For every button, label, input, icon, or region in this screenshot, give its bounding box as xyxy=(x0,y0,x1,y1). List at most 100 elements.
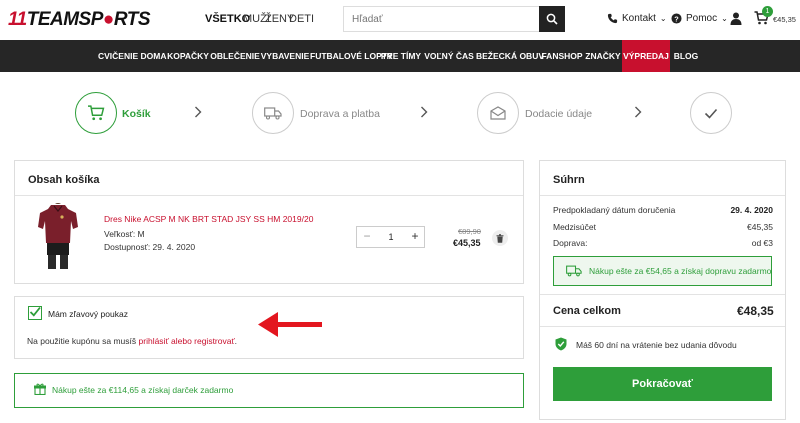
phone-icon xyxy=(607,13,618,24)
product-image[interactable] xyxy=(37,203,79,271)
nav-item-kopacky[interactable]: KOPAČKY xyxy=(166,40,210,72)
envelope-icon xyxy=(490,106,506,120)
shipping-amount: €54,65 xyxy=(645,266,672,276)
account-button[interactable] xyxy=(730,12,742,30)
total-value: €48,35 xyxy=(737,304,774,318)
gift-text-start: Nákup ešte za xyxy=(52,385,109,395)
nav-item-pre-timy[interactable]: PRE TÍMY xyxy=(380,40,422,72)
help-menu[interactable]: ? Pomoc ⌄ xyxy=(671,13,728,24)
nav-item-cvicenie-doma[interactable]: CVIČENIE DOMA xyxy=(98,40,166,72)
coupon-checkbox-label[interactable]: Mám zľavový poukaz xyxy=(48,309,128,319)
summary-row-subtotal: Medzisúčet €45,35 xyxy=(553,222,773,232)
summary-label: Predpokladaný dátum doručenia xyxy=(553,205,676,215)
summary-label: Medzisúčet xyxy=(553,222,596,232)
red-arrow-annotation xyxy=(258,312,322,337)
shipping-text-end: a získaj dopravu zadarmo xyxy=(671,266,772,276)
total-label: Cena celkom xyxy=(553,305,621,317)
step-confirm[interactable] xyxy=(690,92,732,134)
summary-row-shipping: Doprava: od €3 xyxy=(553,238,773,248)
product-old-price: €89,90 xyxy=(458,227,481,236)
cart-icon xyxy=(88,105,105,121)
step-shipping[interactable] xyxy=(252,92,294,134)
free-shipping-text: Nákup ešte za €54,65 a získaj dopravu za… xyxy=(589,266,771,276)
top-header: 11TEAMSP●RTS VŠETKO MUŽI ŽENY DETI Konta… xyxy=(0,0,800,40)
summary-value: od €3 xyxy=(751,238,773,248)
check-icon xyxy=(29,306,41,317)
product-price: €45,35 xyxy=(453,238,481,248)
quantity-stepper: − 1 + xyxy=(356,226,425,248)
search-box xyxy=(343,6,565,32)
gender-kids[interactable]: DETI xyxy=(289,13,314,25)
chevron-right-icon xyxy=(195,106,202,118)
logo-ball: ● xyxy=(102,9,114,30)
nav-item-vybavenie[interactable]: VYBAVENIE xyxy=(260,40,310,72)
check-icon xyxy=(704,108,718,119)
search-input[interactable] xyxy=(344,7,534,31)
summary-row-delivery-date: Predpokladaný dátum doručenia 29. 4. 202… xyxy=(553,205,773,215)
gift-text-end: a získaj darček zadarmo xyxy=(138,385,234,395)
summary-label: Doprava: xyxy=(553,238,588,248)
total-divider-bottom xyxy=(540,326,785,327)
help-label: Pomoc xyxy=(686,13,718,24)
product-size: Veľkosť: M xyxy=(104,229,145,239)
coupon-checkbox[interactable] xyxy=(28,306,42,320)
cart-title: Obsah košíka xyxy=(28,174,100,186)
total-divider xyxy=(540,294,785,295)
truck-icon xyxy=(566,265,582,277)
continue-button[interactable]: Pokračovať xyxy=(553,367,772,401)
product-name-link[interactable]: Dres Nike ACSP M NK BRT STAD JSY SS HM 2… xyxy=(104,214,313,224)
step-cart[interactable] xyxy=(75,92,117,134)
contact-menu[interactable]: Kontakt ⌄ xyxy=(607,13,667,24)
coupon-hint: Na použitie kupónu sa musíš prihlásiť al… xyxy=(27,336,237,346)
search-button[interactable] xyxy=(539,6,565,32)
free-gift-text: Nákup ešte za €114,65 a získaj darček za… xyxy=(52,385,233,395)
gift-amount: €114,65 xyxy=(108,385,139,395)
nav-item-vypredaj[interactable]: VÝPREDAJ xyxy=(622,40,670,72)
shield-check-icon xyxy=(555,337,567,351)
summary-value: 29. 4. 2020 xyxy=(730,205,773,215)
step-delivery-details[interactable] xyxy=(477,92,519,134)
logo-number: 11 xyxy=(8,9,27,30)
quantity-decrease-button[interactable]: − xyxy=(357,227,377,247)
summary-divider xyxy=(540,195,785,196)
chevron-down-icon: ⌄ xyxy=(659,14,667,23)
login-register-link[interactable]: prihlásiť alebo registrovať xyxy=(139,336,235,346)
remove-item-button[interactable] xyxy=(492,230,508,246)
quantity-value[interactable]: 1 xyxy=(377,227,405,247)
step-label-shipping: Doprava a platba xyxy=(300,108,380,120)
logo-text-end: RTS xyxy=(113,9,151,30)
nav-item-znacky[interactable]: ZNAČKY xyxy=(584,40,622,72)
gift-icon xyxy=(34,383,46,395)
truck-icon xyxy=(264,106,282,120)
step-label-cart: Košík xyxy=(122,108,151,120)
nav-item-fanshop[interactable]: FANSHOP xyxy=(540,40,584,72)
summary-title: Súhrn xyxy=(553,174,585,186)
product-availability: Dostupnosť: 29. 4. 2020 xyxy=(104,242,196,252)
user-icon xyxy=(730,12,742,25)
coupon-hint-end: . xyxy=(234,336,238,346)
summary-value: €45,35 xyxy=(747,222,773,232)
cart-total: €45,35 xyxy=(773,15,796,24)
nav-item-volny-cas[interactable]: VOĽNÝ ČAS xyxy=(422,40,476,72)
nav-item-blog[interactable]: BLOG xyxy=(670,40,702,72)
shipping-text-start: Nákup ešte za xyxy=(589,266,646,276)
return-policy-text: Máš 60 dní na vrátenie bez udania dôvodu xyxy=(576,340,737,350)
search-icon xyxy=(546,13,558,25)
chevron-right-icon xyxy=(421,106,428,118)
logo-text: TEAMSP xyxy=(26,9,104,30)
step-label-delivery-details: Dodacie údaje xyxy=(525,108,593,120)
site-logo[interactable]: 11TEAMSP●RTS xyxy=(8,9,151,31)
cart-count-badge: 1 xyxy=(762,6,773,17)
cart-divider xyxy=(15,195,523,196)
main-nav: CVIČENIE DOMA KOPAČKY OBLEČENIE VYBAVENI… xyxy=(0,40,800,72)
chevron-down-icon: ⌄ xyxy=(721,14,728,23)
svg-text:?: ? xyxy=(674,14,679,23)
coupon-hint-text: Na použitie kupónu sa musíš xyxy=(27,336,139,346)
chevron-right-icon xyxy=(635,106,642,118)
help-icon: ? xyxy=(671,13,682,24)
contact-label: Kontakt xyxy=(622,13,656,24)
nav-item-futbalove-lopty[interactable]: FUTBALOVÉ LOPTY xyxy=(310,40,393,72)
nav-item-oblecenie[interactable]: OBLEČENIE xyxy=(210,40,260,72)
nav-item-bezecka-obuv[interactable]: BEŽECKÁ OBUV xyxy=(476,40,544,72)
quantity-increase-button[interactable]: + xyxy=(405,227,425,247)
